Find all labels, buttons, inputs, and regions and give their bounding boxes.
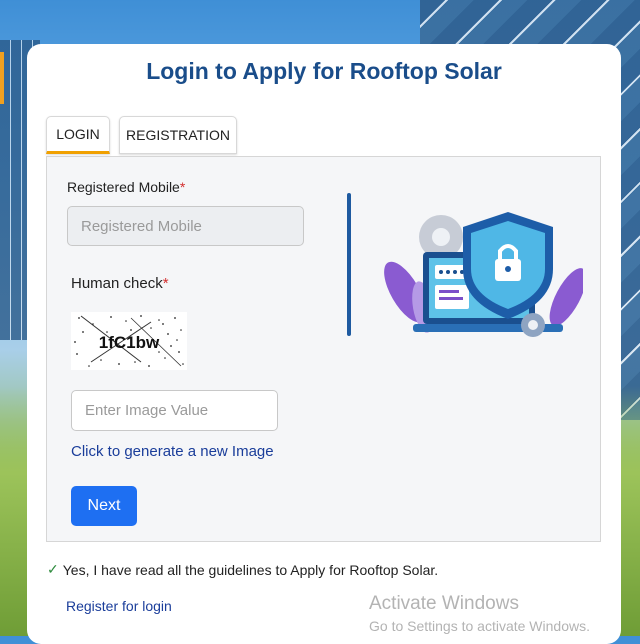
required-mark: * [162,275,169,292]
tab-registration[interactable]: REGISTRATION [119,116,237,154]
login-card: Login to Apply for Rooftop Solar LOGIN R… [27,44,621,644]
login-form-panel: Registered Mobile* Human check* 1fC1bw [46,156,601,542]
vertical-divider [347,193,351,336]
required-mark: * [179,179,186,195]
captcha-image: 1fC1bw [71,312,187,370]
human-check-label-text: Human check [71,275,163,292]
security-illustration-icon [384,212,583,337]
mobile-label: Registered Mobile* [67,179,185,195]
mobile-label-text: Registered Mobile [67,179,180,195]
image-value-input[interactable] [71,390,278,431]
activate-windows-watermark-subtitle: Go to Settings to activate Windows. [369,618,590,634]
checkmark-icon: ✓ [47,561,59,577]
background-accent-strip [0,52,4,104]
registered-mobile-input[interactable] [67,206,304,246]
agreement-text: Yes, I have read all the guidelines to A… [62,561,439,578]
tab-login[interactable]: LOGIN [46,116,110,154]
next-button[interactable]: Next [71,486,137,526]
human-check-label: Human check* [71,275,169,292]
captcha-text: 1fC1bw [99,333,160,352]
activate-windows-watermark-title: Activate Windows [369,593,519,614]
page-title: Login to Apply for Rooftop Solar [146,58,502,84]
guidelines-agreement[interactable]: ✓ Yes, I have read all the guidelines to… [47,561,438,578]
register-for-login-link[interactable]: Register for login [66,598,172,614]
generate-new-image-link[interactable]: Click to generate a new Image [71,443,274,460]
